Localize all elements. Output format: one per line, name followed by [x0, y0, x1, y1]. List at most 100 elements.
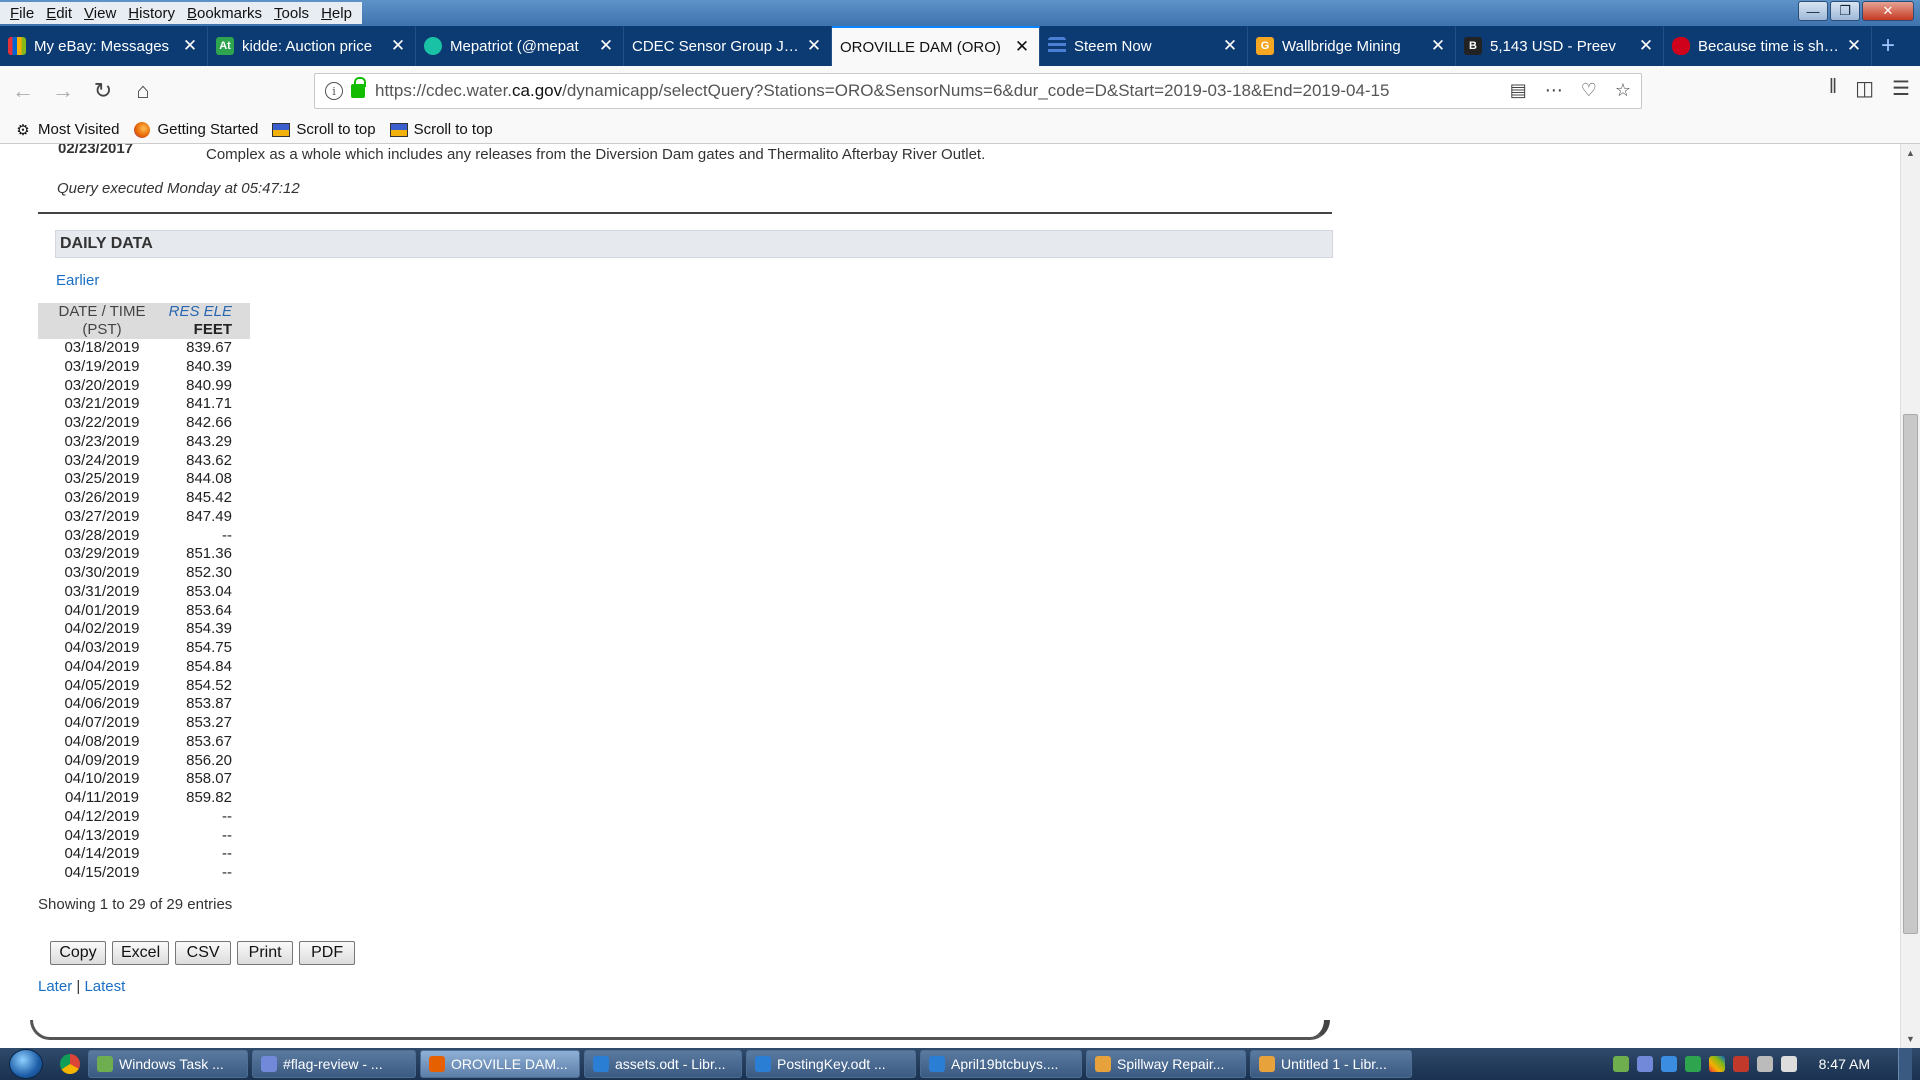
- excel-button[interactable]: Excel: [112, 941, 170, 965]
- chrome-pinned-icon[interactable]: [56, 1050, 84, 1078]
- taskbar-item[interactable]: assets.odt - Libr...: [584, 1050, 742, 1078]
- tray-flag-icon[interactable]: [1732, 1056, 1749, 1072]
- table-row: 04/01/2019 853.64: [38, 602, 250, 621]
- taskbar-item[interactable]: Windows Task ...: [88, 1050, 248, 1078]
- close-tab-icon[interactable]: ✕: [389, 36, 407, 56]
- new-tab-icon[interactable]: +: [1872, 26, 1904, 66]
- table-row: 04/09/2019 856.20: [38, 752, 250, 771]
- reload-icon[interactable]: ↻: [86, 74, 120, 108]
- tab-preev[interactable]: B 5,143 USD - Preev ✕: [1456, 26, 1664, 66]
- tab-steem-now[interactable]: Steem Now ✕: [1040, 26, 1248, 66]
- tab-title: OROVILLE DAM (ORO): [840, 38, 1001, 56]
- tray-task-icon[interactable]: [1612, 1056, 1629, 1072]
- url-text[interactable]: https://cdec.water.ca.gov/dynamicapp/sel…: [375, 81, 1389, 101]
- tab-oroville-dam[interactable]: OROVILLE DAM (ORO) ✕: [832, 26, 1040, 66]
- hamburger-menu-icon[interactable]: ☰: [1892, 76, 1910, 101]
- close-tab-icon[interactable]: ✕: [805, 36, 823, 56]
- maximize-button[interactable]: ❐: [1830, 1, 1860, 21]
- close-tab-icon[interactable]: ✕: [1221, 36, 1239, 56]
- bookmark-star-icon[interactable]: ☆: [1615, 80, 1631, 101]
- date-cell: 04/08/2019: [64, 732, 140, 750]
- clock[interactable]: 8:47 AM: [1819, 1056, 1870, 1072]
- firefox-icon: [429, 1056, 445, 1072]
- close-tab-icon[interactable]: ✕: [597, 36, 615, 56]
- bookmarks-toolbar: ⚙ Most Visited Getting Started Scroll to…: [0, 116, 1920, 144]
- taskbar-item[interactable]: April19btcbuys....: [920, 1050, 1082, 1078]
- tray-app-icon[interactable]: [1708, 1056, 1725, 1072]
- url-bar[interactable]: i https://cdec.water.ca.gov/dynamicapp/s…: [314, 73, 1642, 109]
- copy-button[interactable]: Copy: [50, 941, 106, 965]
- divider: [38, 212, 1332, 214]
- tray-discord-icon[interactable]: [1636, 1056, 1653, 1072]
- windows-logo-icon: [9, 1049, 43, 1079]
- scroll-up-icon[interactable]: ▲: [1901, 148, 1920, 158]
- vertical-scrollbar[interactable]: ▲ ▼: [1900, 144, 1920, 1048]
- menu-tools[interactable]: Tools: [268, 5, 315, 22]
- lock-icon[interactable]: [351, 77, 366, 98]
- menu-help[interactable]: Help: [315, 5, 358, 22]
- table-row: 03/29/2019 851.36: [38, 545, 250, 564]
- print-button[interactable]: Print: [237, 941, 294, 965]
- library-icon[interactable]: ‖: [1829, 76, 1837, 101]
- taskbar-item[interactable]: PostingKey.odt ...: [746, 1050, 916, 1078]
- menu-file[interactable]: File: [4, 5, 40, 22]
- writer-icon: [755, 1056, 771, 1072]
- menu-history[interactable]: History: [122, 5, 181, 22]
- start-button[interactable]: [0, 1048, 52, 1080]
- date-column-header[interactable]: DATE / TIME: [38, 303, 166, 321]
- menu-view[interactable]: View: [78, 5, 122, 22]
- bookmark-scroll-to-top[interactable]: Scroll to top: [272, 121, 376, 138]
- taskbar-item[interactable]: #flag-review - ...: [252, 1050, 416, 1078]
- tab-mepatriot[interactable]: Mepatriot (@mepat ✕: [416, 26, 624, 66]
- back-arrow-icon[interactable]: ←: [6, 74, 40, 108]
- table-row: 03/31/2019 853.04: [38, 583, 250, 602]
- sidebar-icon[interactable]: ◫: [1855, 76, 1874, 101]
- close-tab-icon[interactable]: ✕: [181, 36, 199, 56]
- bookmark-scroll-to-top-2[interactable]: Scroll to top: [389, 121, 493, 138]
- csv-button[interactable]: CSV: [175, 941, 232, 965]
- earlier-link[interactable]: Earlier: [56, 272, 99, 289]
- close-window-button[interactable]: ✕: [1862, 1, 1914, 21]
- home-icon[interactable]: ⌂: [126, 74, 160, 108]
- tray-network-icon[interactable]: [1660, 1056, 1677, 1072]
- scroll-down-icon[interactable]: ▼: [1901, 1034, 1920, 1044]
- tray-battery-icon[interactable]: [1684, 1056, 1701, 1072]
- menu-edit[interactable]: Edit: [40, 5, 78, 22]
- close-tab-icon[interactable]: ✕: [1637, 36, 1655, 56]
- latest-link[interactable]: Latest: [84, 978, 125, 995]
- menu-bookmarks[interactable]: Bookmarks: [181, 5, 268, 22]
- bookmarklet-icon: [272, 122, 291, 138]
- info-icon[interactable]: i: [325, 82, 343, 100]
- reader-view-icon[interactable]: ▤: [1510, 80, 1527, 101]
- tab-cdec-sensor-group[interactable]: CDEC Sensor Group JSON ✕: [624, 26, 832, 66]
- show-desktop-button[interactable]: [1898, 1048, 1912, 1080]
- bookmark-getting-started[interactable]: Getting Started: [133, 121, 258, 138]
- taskbar-item[interactable]: OROVILLE DAM...: [420, 1050, 580, 1078]
- value-cell: 854.52: [186, 676, 232, 694]
- tab-kidde-auction[interactable]: At kidde: Auction price ✕: [208, 26, 416, 66]
- close-tab-icon[interactable]: ✕: [1429, 36, 1447, 56]
- tab-because-time-is-short[interactable]: Because time is short ✕: [1664, 26, 1872, 66]
- page-actions-icon[interactable]: ⋯: [1545, 80, 1563, 101]
- tab-ebay-messages[interactable]: My eBay: Messages ✕: [0, 26, 208, 66]
- taskbar-item-label: Windows Task ...: [119, 1056, 224, 1072]
- forward-arrow-icon[interactable]: →: [46, 74, 80, 108]
- close-tab-icon[interactable]: ✕: [1013, 37, 1031, 57]
- taskbar-item[interactable]: Untitled 1 - Libr...: [1250, 1050, 1412, 1078]
- taskbar-item-label: assets.odt - Libr...: [615, 1056, 726, 1072]
- value-cell: 853.27: [186, 714, 232, 731]
- pdf-button[interactable]: PDF: [299, 941, 356, 965]
- later-link[interactable]: Later: [38, 978, 72, 995]
- section-title: DAILY DATA: [55, 230, 1333, 258]
- close-tab-icon[interactable]: ✕: [1845, 36, 1863, 56]
- tab-wallbridge-mining[interactable]: G Wallbridge Mining ✕: [1248, 26, 1456, 66]
- pocket-icon[interactable]: ♡: [1581, 80, 1597, 101]
- taskbar-item[interactable]: Spillway Repair...: [1086, 1050, 1246, 1078]
- bookmark-most-visited[interactable]: ⚙ Most Visited: [14, 121, 119, 139]
- scrollbar-thumb[interactable]: [1903, 414, 1918, 934]
- value-cell: 840.39: [186, 357, 232, 375]
- res-ele-column-header[interactable]: RES ELE: [166, 303, 250, 321]
- tray-monitor-icon[interactable]: [1756, 1056, 1773, 1072]
- minimize-button[interactable]: —: [1798, 1, 1828, 21]
- volume-icon[interactable]: [1780, 1056, 1797, 1072]
